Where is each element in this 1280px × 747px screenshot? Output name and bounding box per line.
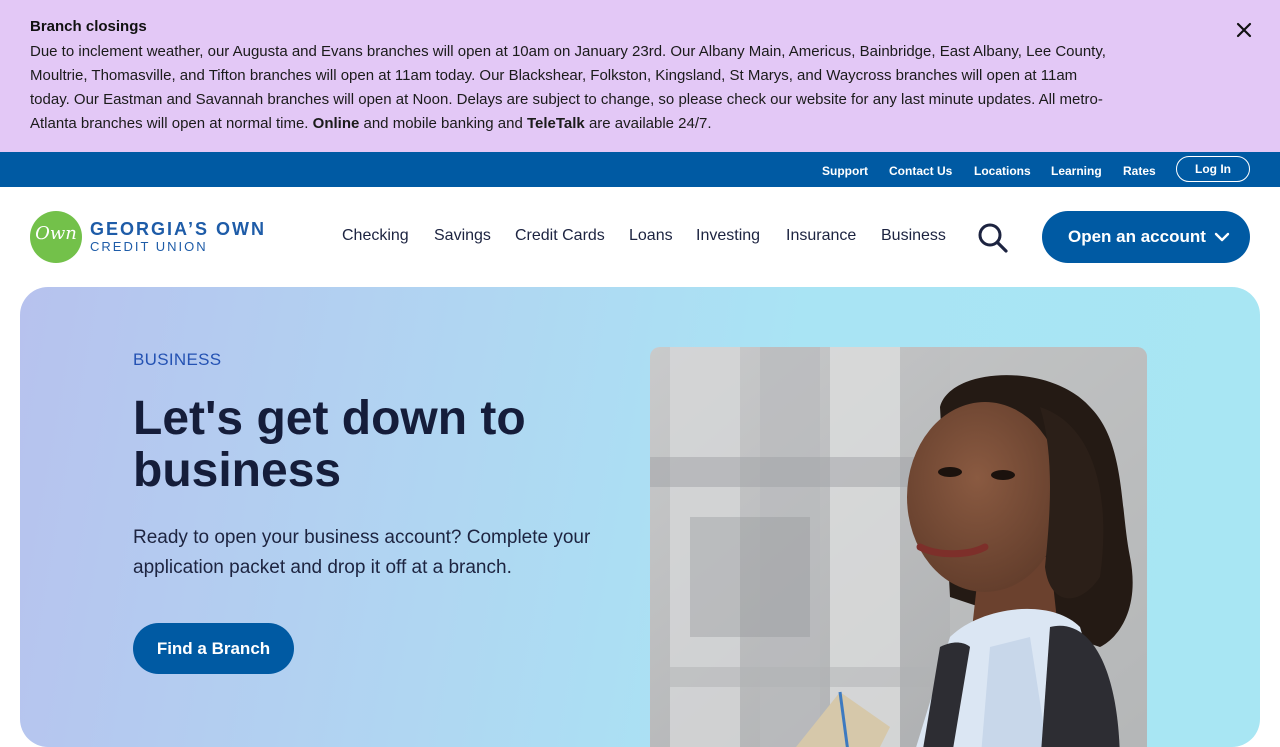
rates-link[interactable]: Rates bbox=[1123, 164, 1156, 178]
nav-insurance[interactable]: Insurance bbox=[786, 227, 856, 245]
chevron-down-icon bbox=[1214, 232, 1230, 242]
close-icon[interactable] bbox=[1232, 18, 1256, 42]
open-account-label: Open an account bbox=[1068, 227, 1206, 246]
learning-link[interactable]: Learning bbox=[1051, 164, 1102, 178]
nav-loans[interactable]: Loans bbox=[629, 227, 673, 245]
nav-savings[interactable]: Savings bbox=[434, 227, 491, 245]
logo-name: GEORGIA’S OWN bbox=[90, 219, 267, 239]
logo-subtitle: CREDIT UNION bbox=[90, 239, 208, 254]
support-link[interactable]: Support bbox=[822, 164, 868, 178]
hero-photo bbox=[650, 347, 1147, 747]
contact-us-link[interactable]: Contact Us bbox=[889, 164, 952, 178]
find-branch-button[interactable]: Find a Branch bbox=[133, 623, 294, 674]
alert-teletalk-text: TeleTalk bbox=[526, 115, 585, 132]
alert-title: Branch closings bbox=[30, 18, 147, 35]
alert-end-text: are available 24/7. bbox=[588, 115, 712, 132]
search-icon[interactable] bbox=[976, 221, 1010, 255]
locations-link[interactable]: Locations bbox=[974, 164, 1031, 178]
nav-business[interactable]: Business bbox=[881, 227, 946, 245]
alert-body: Due to inclement weather, our Augusta an… bbox=[30, 40, 1110, 136]
logo-script-text: Own bbox=[35, 223, 77, 244]
open-account-button[interactable]: Open an account bbox=[1042, 211, 1250, 263]
nav-checking[interactable]: Checking bbox=[342, 227, 409, 245]
hero-section: BUSINESS Let's get down to business Read… bbox=[20, 287, 1260, 747]
nav-investing[interactable]: Investing bbox=[696, 227, 760, 245]
brand-logo[interactable]: Own GEORGIA’S OWN CREDIT UNION bbox=[30, 211, 290, 265]
login-button[interactable]: Log In bbox=[1176, 156, 1250, 182]
alert-online-text: Online bbox=[312, 115, 360, 132]
hero-subtext: Ready to open your business account? Com… bbox=[133, 527, 591, 578]
alert-mobile-text: and mobile banking and bbox=[363, 115, 523, 132]
utility-nav: Support Contact Us Locations Learning Ra… bbox=[0, 152, 1280, 187]
alert-banner: Branch closings Due to inclement weather… bbox=[0, 0, 1280, 152]
nav-credit-cards[interactable]: Credit Cards bbox=[515, 227, 605, 245]
hero-headline: Let's get down to business bbox=[133, 392, 526, 497]
hero-eyebrow: BUSINESS bbox=[133, 350, 222, 369]
